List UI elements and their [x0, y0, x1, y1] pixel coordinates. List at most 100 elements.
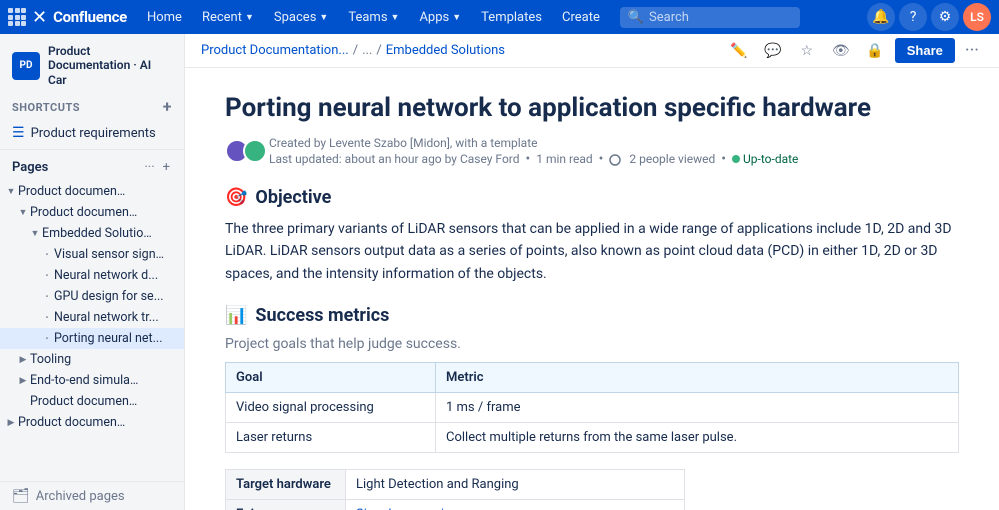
breadcrumb-bar: Product Documentation... / ... / Embedde…: [185, 34, 999, 68]
more-actions-button[interactable]: ···: [961, 40, 983, 61]
metrics-cell-metric-1: 1 ms / frame: [436, 392, 959, 422]
sidebar-shortcut-product-requirements[interactable]: ☰ Product requirements: [0, 121, 184, 145]
nav-templates[interactable]: Templates: [473, 0, 550, 34]
tree-item-visual-sensor[interactable]: • Visual sensor sign...: [0, 244, 184, 265]
info-table: Target hardware Light Detection and Rang…: [225, 469, 685, 510]
archived-pages-link[interactable]: 🗂 Archived pages: [0, 481, 184, 510]
info-row-hardware: Target hardware Light Detection and Rang…: [226, 469, 685, 499]
breadcrumb-sep-2: /: [376, 43, 381, 58]
nav-create[interactable]: Create: [554, 0, 608, 34]
tree-item-embedded-solutions[interactable]: ▼ Embedded Solutions: [0, 223, 184, 244]
tree-toggle[interactable]: ▼: [28, 228, 42, 239]
tree-label: Porting neural net...: [54, 331, 163, 346]
sidebar-tree: ▼ Product documentation - AI ... ▼ Produ…: [0, 181, 184, 481]
pages-section-header: Pages ··· +: [0, 154, 184, 181]
section-metrics-heading: 📊 Success metrics: [225, 305, 959, 326]
tree-item-gpu-design[interactable]: • GPU design for se...: [0, 286, 184, 307]
page-actions: ✏️ 💬 ☆ 👁 🔒 Share ···: [725, 37, 983, 65]
tree-item-end-to-end[interactable]: ▶ End-to-end simulation: [0, 370, 184, 391]
tree-item-neural-network-d[interactable]: • Neural network d...: [0, 265, 184, 286]
meta-read-time: 1 min read: [536, 152, 592, 166]
share-button[interactable]: Share: [895, 38, 955, 63]
notifications-icon[interactable]: 🔔: [867, 3, 895, 31]
tree-dot: •: [40, 250, 54, 259]
info-value-hardware: Light Detection and Ranging: [346, 469, 685, 499]
tree-dot: •: [40, 271, 54, 280]
meta-viewers: [609, 152, 623, 166]
meta-avatars: [225, 139, 261, 163]
metrics-row-1: Video signal processing 1 ms / frame: [226, 392, 959, 422]
search-bar[interactable]: 🔍 Search: [620, 7, 800, 28]
tree-label: Embedded Solutions: [42, 226, 152, 241]
metrics-col-goal: Goal: [226, 362, 436, 392]
pages-add-button[interactable]: +: [161, 158, 172, 177]
tree-item-product-documentati[interactable]: Product documentati...: [0, 391, 184, 412]
tree-toggle[interactable]: ▼: [16, 207, 30, 218]
breadcrumb-item-1[interactable]: Product Documentation...: [201, 43, 349, 58]
space-name: Product Documentation · AI Car: [48, 44, 172, 87]
tree-item-product-doc-bottom[interactable]: ▶ Product documentation - ...: [0, 412, 184, 433]
tree-label: Visual sensor sign...: [54, 247, 164, 262]
nav-teams[interactable]: Teams ▼: [340, 0, 407, 34]
nav-recent[interactable]: Recent ▼: [194, 0, 262, 34]
objective-text: The three primary variants of LiDAR sens…: [225, 218, 959, 285]
user-avatar[interactable]: LS: [963, 3, 991, 31]
nav-home[interactable]: Home: [139, 0, 190, 34]
content-area: Porting neural network to application sp…: [185, 68, 999, 510]
star-icon[interactable]: ☆: [793, 37, 821, 65]
search-placeholder: Search: [649, 10, 689, 25]
meta-status-badge: Up-to-date: [732, 152, 798, 166]
tree-label: Product documentati...: [30, 394, 140, 409]
info-row-epic: Epic Signal processing: [226, 499, 685, 510]
nav-spaces[interactable]: Spaces ▼: [266, 0, 336, 34]
metrics-cell-metric-2: Collect multiple returns from the same l…: [436, 422, 959, 452]
app-switcher-icon[interactable]: [8, 8, 26, 26]
status-dot: [732, 155, 740, 163]
topnav-right-actions: 🔔 ? ⚙ LS: [867, 3, 991, 31]
tree-item-tooling[interactable]: ▶ Tooling: [0, 349, 184, 370]
meta-created: Created by Levente Szabo [Midon], with a…: [269, 136, 798, 150]
watch-icon[interactable]: 👁: [827, 37, 855, 65]
nav-apps[interactable]: Apps ▼: [411, 0, 469, 34]
shortcuts-add-button[interactable]: +: [163, 99, 172, 115]
tree-item-product-doc-sub[interactable]: ▼ Product documentation - ...: [0, 202, 184, 223]
tree-dot: •: [40, 334, 54, 343]
breadcrumb-ellipsis: ...: [362, 43, 372, 58]
objective-emoji: 🎯: [225, 187, 247, 208]
pages-label[interactable]: Pages: [12, 160, 48, 175]
tree-item-neural-network-tr[interactable]: • Neural network tr...: [0, 307, 184, 328]
main-content: Product Documentation... / ... / Embedde…: [185, 34, 999, 510]
breadcrumb: Product Documentation... / ... / Embedde…: [201, 43, 505, 58]
tree-label: GPU design for se...: [54, 289, 164, 304]
breadcrumb-sep-1: /: [353, 43, 358, 58]
archive-icon: 🗂: [12, 488, 30, 504]
sidebar-space-header: PD Product Documentation · AI Car: [0, 34, 184, 93]
confluence-logo-icon: ✕: [32, 7, 47, 28]
sidebar-divider: [0, 149, 184, 150]
sidebar: PD Product Documentation · AI Car SHORTC…: [0, 34, 185, 510]
breadcrumb-item-3[interactable]: Embedded Solutions: [386, 43, 505, 58]
metrics-heading-text: Success metrics: [255, 305, 389, 326]
objective-heading-text: Objective: [255, 187, 331, 208]
edit-icon[interactable]: ✏️: [725, 37, 753, 65]
tree-toggle[interactable]: ▶: [16, 355, 30, 365]
metrics-cell-goal-1: Video signal processing: [226, 392, 436, 422]
confluence-logo[interactable]: ✕ Confluence: [8, 7, 127, 28]
tree-item-porting-neural[interactable]: • Porting neural net...: [0, 328, 184, 349]
tree-toggle[interactable]: ▶: [16, 376, 30, 386]
comment-icon[interactable]: 💬: [759, 37, 787, 65]
tree-item-product-doc-main[interactable]: ▼ Product documentation - AI ...: [0, 181, 184, 202]
tree-dot: •: [40, 292, 54, 301]
settings-icon[interactable]: ⚙: [931, 3, 959, 31]
space-icon: PD: [12, 52, 40, 80]
page-title: Porting neural network to application sp…: [225, 92, 959, 126]
pages-more-button[interactable]: ···: [142, 158, 156, 177]
tree-toggle[interactable]: ▼: [4, 186, 18, 197]
help-icon[interactable]: ?: [899, 3, 927, 31]
tree-toggle[interactable]: ▶: [4, 418, 18, 428]
section-objective-heading: 🎯 Objective: [225, 187, 959, 208]
restrict-icon[interactable]: 🔒: [861, 37, 889, 65]
metrics-cell-goal-2: Laser returns: [226, 422, 436, 452]
search-icon: 🔍: [628, 10, 644, 25]
pages-section-actions: ··· +: [142, 158, 172, 177]
